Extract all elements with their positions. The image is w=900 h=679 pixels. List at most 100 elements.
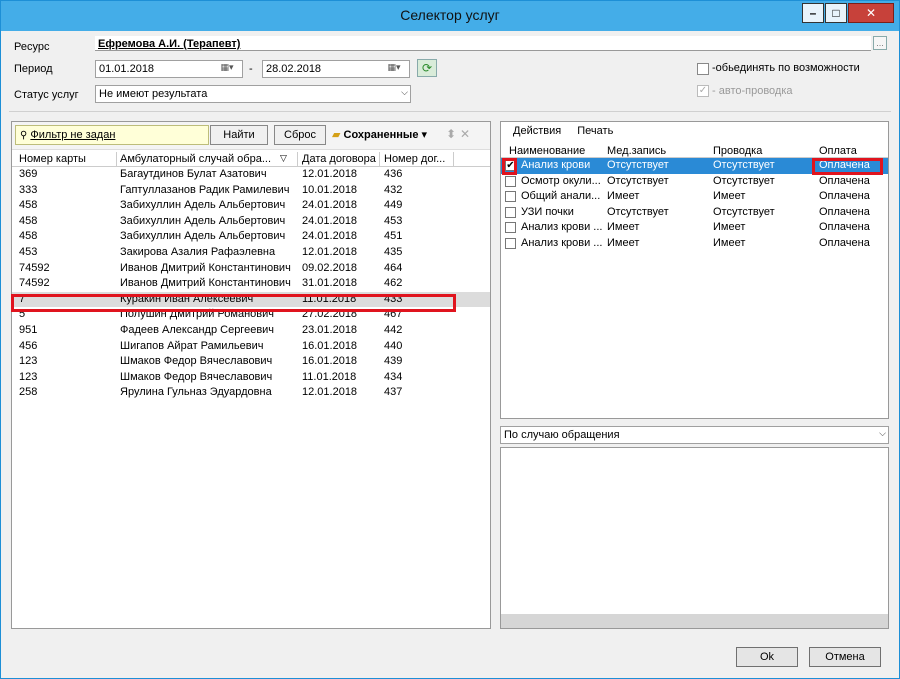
table-cell: Отсутствует (607, 205, 669, 218)
folder-icon: ▰ (332, 129, 341, 141)
ok-button[interactable]: Ok (736, 647, 798, 667)
table-cell: 23.01.2018 (302, 323, 358, 336)
table-cell: Оплачена (819, 190, 870, 203)
table-row[interactable]: 74592 Иванов Дмитрий Константинович 31.01.… (12, 276, 490, 292)
table-cell: УЗИ почки (521, 205, 574, 218)
table-cell: 436 (384, 168, 403, 180)
table-cell: 123 (19, 355, 38, 368)
table-row[interactable]: 951 Фадеев Александр Сергеевич 23.01.2018 4… (12, 323, 490, 339)
period-from-value: 01.01.2018 (99, 63, 155, 75)
table-cell: Закирова Азалия Рафаэлевна (120, 245, 276, 258)
row-checkbox[interactable] (505, 175, 516, 187)
autopost-checkbox: ✓ (697, 85, 709, 97)
col-header-med-record[interactable]: Мед.запись (607, 145, 666, 157)
highlight-box (11, 294, 456, 312)
cases-panel: ⚲ Фильтр не задан Найти Сброс ▰ Сохранен… (11, 121, 491, 629)
table-cell: 458 (19, 199, 38, 212)
autopost-label: - авто-проводка (712, 85, 793, 97)
table-cell: 12.01.2018 (302, 386, 358, 399)
filter-box[interactable]: ⚲ Фильтр не задан (15, 125, 209, 145)
calendar-dropdown-icon[interactable]: ▦▾ (381, 62, 407, 76)
table-cell: 435 (384, 245, 403, 258)
minimize-button[interactable]: – (802, 3, 824, 23)
combine-checkbox[interactable] (697, 63, 709, 75)
save-filter-icon: ⬍ (446, 127, 457, 141)
table-cell: 10.01.2018 (302, 183, 358, 196)
table-row[interactable]: 458 Забихуллин Адель Альбертович 24.01.201… (12, 198, 490, 214)
period-to-field[interactable]: 28.02.2018 ▦▾ (262, 60, 410, 78)
table-cell: 12.01.2018 (302, 245, 358, 258)
table-row[interactable]: Осмотр окули... Отсутствует Отсутствует Опл… (501, 174, 888, 190)
col-header-contract-date[interactable]: Дата договора (302, 153, 376, 165)
table-cell: Осмотр окули... (521, 174, 601, 187)
find-button[interactable]: Найти (210, 125, 268, 145)
table-row[interactable]: 333 Гаптуллазанов Радик Рамилевич 10.01.20… (12, 183, 490, 199)
table-row[interactable]: 258 Ярулина Гульназ Эдуардовна 12.01.2018 4… (12, 385, 490, 401)
table-row[interactable]: 123 Шмаков Федор Вячеславович 11.01.2018 43… (12, 370, 490, 386)
table-cell: 16.01.2018 (302, 339, 358, 352)
row-checkbox[interactable] (505, 222, 516, 234)
reset-button[interactable]: Сброс (274, 125, 326, 145)
table-row[interactable]: 369 Багаутдинов Булат Азатович 12.01.2018 4… (12, 167, 490, 183)
col-header-posting[interactable]: Проводка (713, 145, 762, 157)
col-header-name[interactable]: Наименование (509, 145, 585, 157)
resource-label: Ресурс (14, 41, 50, 53)
table-cell: Имеет (713, 236, 746, 249)
close-button[interactable]: ✕ (848, 3, 894, 23)
col-header-payment[interactable]: Оплата (819, 145, 857, 157)
table-cell: Общий анали... (521, 190, 601, 203)
table-cell: Гаптуллазанов Радик Рамилевич (120, 183, 290, 196)
table-row[interactable]: 453 Закирова Азалия Рафаэлевна 12.01.2018 4… (12, 245, 490, 261)
row-checkbox[interactable] (505, 237, 516, 249)
table-cell: 09.02.2018 (302, 261, 358, 274)
col-header-contract-number[interactable]: Номер дог... (384, 153, 445, 165)
table-cell: 458 (19, 230, 38, 243)
resource-picker-button[interactable]: … (873, 36, 887, 50)
table-cell: 123 (19, 370, 38, 383)
cases-table: Номер карты Амбулаторный случай обра... … (12, 152, 490, 401)
cancel-button[interactable]: Отмена (809, 647, 881, 667)
table-cell: 31.01.2018 (302, 277, 358, 290)
table-row[interactable]: УЗИ почки Отсутствует Отсутствует Оплачена (501, 205, 888, 221)
resource-field[interactable]: Ефремова А.И. (Терапевт) (95, 36, 871, 51)
row-checkbox[interactable] (505, 206, 516, 218)
table-cell: 442 (384, 323, 403, 336)
delete-filter-icon: ✕ (460, 127, 471, 141)
saved-filters-menu[interactable]: ▰ Сохраненные ▾ (332, 128, 427, 141)
table-cell: Ярулина Гульназ Эдуардовна (120, 386, 272, 399)
table-cell: 453 (19, 245, 38, 258)
actions-menu[interactable]: Действия (513, 125, 561, 137)
grouping-combo[interactable]: По случаю обращения ⌵ (500, 426, 889, 444)
sort-desc-icon: ▽ (280, 153, 287, 163)
table-cell: 11.01.2018 (302, 370, 357, 383)
print-menu[interactable]: Печать (577, 125, 613, 137)
chevron-down-icon: ⌵ (401, 87, 408, 97)
table-row[interactable]: 123 Шмаков Федор Вячеславович 16.01.2018 43… (12, 354, 490, 370)
table-row[interactable]: Анализ крови ... Имеет Имеет Оплачена (501, 236, 888, 252)
table-row[interactable]: 456 Шигапов Айрат Рамильевич 16.01.2018 440 (12, 339, 490, 355)
table-cell: 24.01.2018 (302, 230, 358, 243)
calendar-dropdown-icon[interactable]: ▦▾ (214, 62, 240, 76)
table-row[interactable]: 458 Забихуллин Адель Альбертович 24.01.201… (12, 229, 490, 245)
table-cell: 74592 (19, 277, 50, 290)
title-bar[interactable]: Селектор услуг – □ ✕ (1, 1, 899, 31)
status-combo[interactable]: Не имеют результата ⌵ (95, 85, 411, 103)
period-from-field[interactable]: 01.01.2018 ▦▾ (95, 60, 243, 78)
table-row[interactable]: Анализ крови ... Имеет Имеет Оплачена (501, 220, 888, 236)
col-header-case[interactable]: Амбулаторный случай обра... (120, 153, 271, 165)
table-cell: Оплачена (819, 236, 870, 249)
row-checkbox[interactable] (505, 191, 516, 203)
table-row[interactable]: 458 Забихуллин Адель Альбертович 24.01.201… (12, 214, 490, 230)
table-cell: 440 (384, 339, 403, 352)
services-menu: Действия Печать (513, 125, 626, 137)
table-cell: Имеет (713, 221, 746, 234)
table-row[interactable]: Общий анали... Имеет Имеет Оплачена (501, 189, 888, 205)
table-row[interactable]: 74592 Иванов Дмитрий Константинович 09.02.… (12, 261, 490, 277)
refresh-icon[interactable]: ⟳ (417, 59, 437, 77)
horizontal-scrollbar[interactable] (501, 614, 888, 628)
maximize-button[interactable]: □ (825, 3, 847, 23)
period-to-value: 28.02.2018 (266, 63, 322, 75)
table-cell: 16.01.2018 (302, 355, 358, 368)
grouping-value: По случаю обращения (504, 429, 620, 441)
col-header-card-number[interactable]: Номер карты (19, 153, 86, 165)
